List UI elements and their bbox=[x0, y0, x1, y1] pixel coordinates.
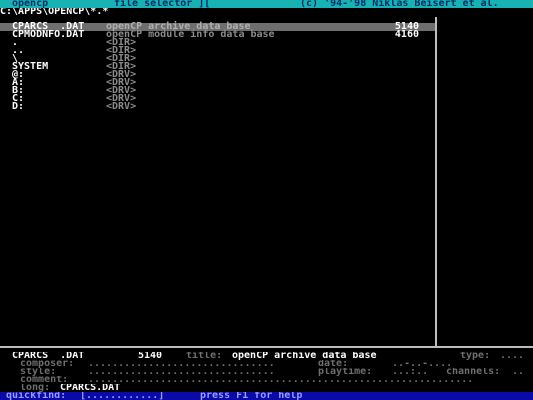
dir-row-parent[interactable]: .. <DIR> bbox=[0, 46, 435, 56]
info-type-value[interactable]: .... bbox=[500, 352, 524, 360]
title-bar: opencp file selector ][ (c) '94-'98 Nikl… bbox=[0, 0, 533, 8]
panel-divider bbox=[435, 17, 437, 347]
info-line-composer: composer: ..............................… bbox=[0, 360, 533, 368]
drive-row-b[interactable]: B: <DRV> bbox=[0, 86, 435, 96]
info-title-value[interactable]: openCP archive data base bbox=[232, 352, 377, 360]
dir-row-root[interactable]: \ <DIR> bbox=[0, 54, 435, 64]
info-line-style: style: ............................... p… bbox=[0, 368, 533, 376]
quickfind-input[interactable]: [............] bbox=[80, 392, 164, 400]
info-composer-value[interactable]: ............................... bbox=[88, 360, 275, 368]
info-type-label: type: bbox=[460, 352, 491, 360]
info-channels-label: channels: bbox=[446, 368, 501, 376]
info-playtime-value[interactable]: ...:.. bbox=[392, 368, 428, 376]
file-size: 4160 bbox=[394, 29, 419, 40]
app-name: opencp bbox=[12, 0, 49, 8]
info-composer-label: composer: bbox=[20, 360, 75, 368]
info-long-value: CPARCS.DAT bbox=[60, 384, 121, 392]
drive-row-d[interactable]: D: <DRV> bbox=[0, 101, 435, 112]
dir-row-current[interactable]: . <DIR> bbox=[0, 38, 435, 48]
info-comment-label: comment: bbox=[20, 376, 69, 384]
info-line-long: long: CPARCS.DAT bbox=[0, 384, 533, 392]
copyright: (c) '94-'98 Niklas Beisert et al. bbox=[300, 0, 499, 8]
quickfind-bar: quickfind: [............] press F1 for h… bbox=[0, 392, 533, 400]
drive-row-a[interactable]: A: <DRV> bbox=[0, 78, 435, 88]
dir-row-system[interactable]: SYSTEM <DIR> bbox=[0, 62, 435, 72]
help-hint: press F1 for help bbox=[200, 392, 303, 400]
drive-type: <DRV> bbox=[106, 101, 137, 112]
quickfind-label: quickfind: bbox=[6, 392, 67, 400]
info-size: 5140 bbox=[138, 352, 163, 360]
info-filename: CPARCS .DAT bbox=[12, 352, 85, 360]
drive-row-c[interactable]: C: <DRV> bbox=[0, 94, 435, 104]
file-name: CPMODNFO.DAT bbox=[12, 29, 85, 40]
file-row-cpmodnfo[interactable]: CPMODNFO.DAT openCP module info data bas… bbox=[0, 29, 435, 40]
info-divider bbox=[0, 346, 533, 348]
info-style-label: style: bbox=[20, 368, 57, 376]
drive-row-at[interactable]: @: <DRV> bbox=[0, 70, 435, 80]
info-style-value[interactable]: ............................... bbox=[88, 368, 275, 376]
current-path: C:\APPS\OPENCP\*.* bbox=[0, 8, 109, 16]
info-long-label: long: bbox=[20, 384, 51, 392]
info-date-value[interactable]: ..-..-.... bbox=[392, 360, 452, 368]
info-comment-value[interactable]: ........................................… bbox=[88, 376, 473, 384]
drive-name: D: bbox=[12, 101, 25, 112]
file-list[interactable]: CPARCS .DAT openCP archive data base 514… bbox=[0, 22, 435, 343]
info-channels-value[interactable]: .. bbox=[512, 368, 524, 376]
info-date-label: date: bbox=[318, 360, 349, 368]
info-line-comment: comment: ...............................… bbox=[0, 376, 533, 384]
info-title-label: title: bbox=[186, 352, 223, 360]
info-playtime-label: playtime: bbox=[318, 368, 373, 376]
window-title: file selector ][ bbox=[114, 0, 211, 8]
info-line-file: CPARCS .DAT 5140 title: openCP archive d… bbox=[0, 352, 533, 360]
